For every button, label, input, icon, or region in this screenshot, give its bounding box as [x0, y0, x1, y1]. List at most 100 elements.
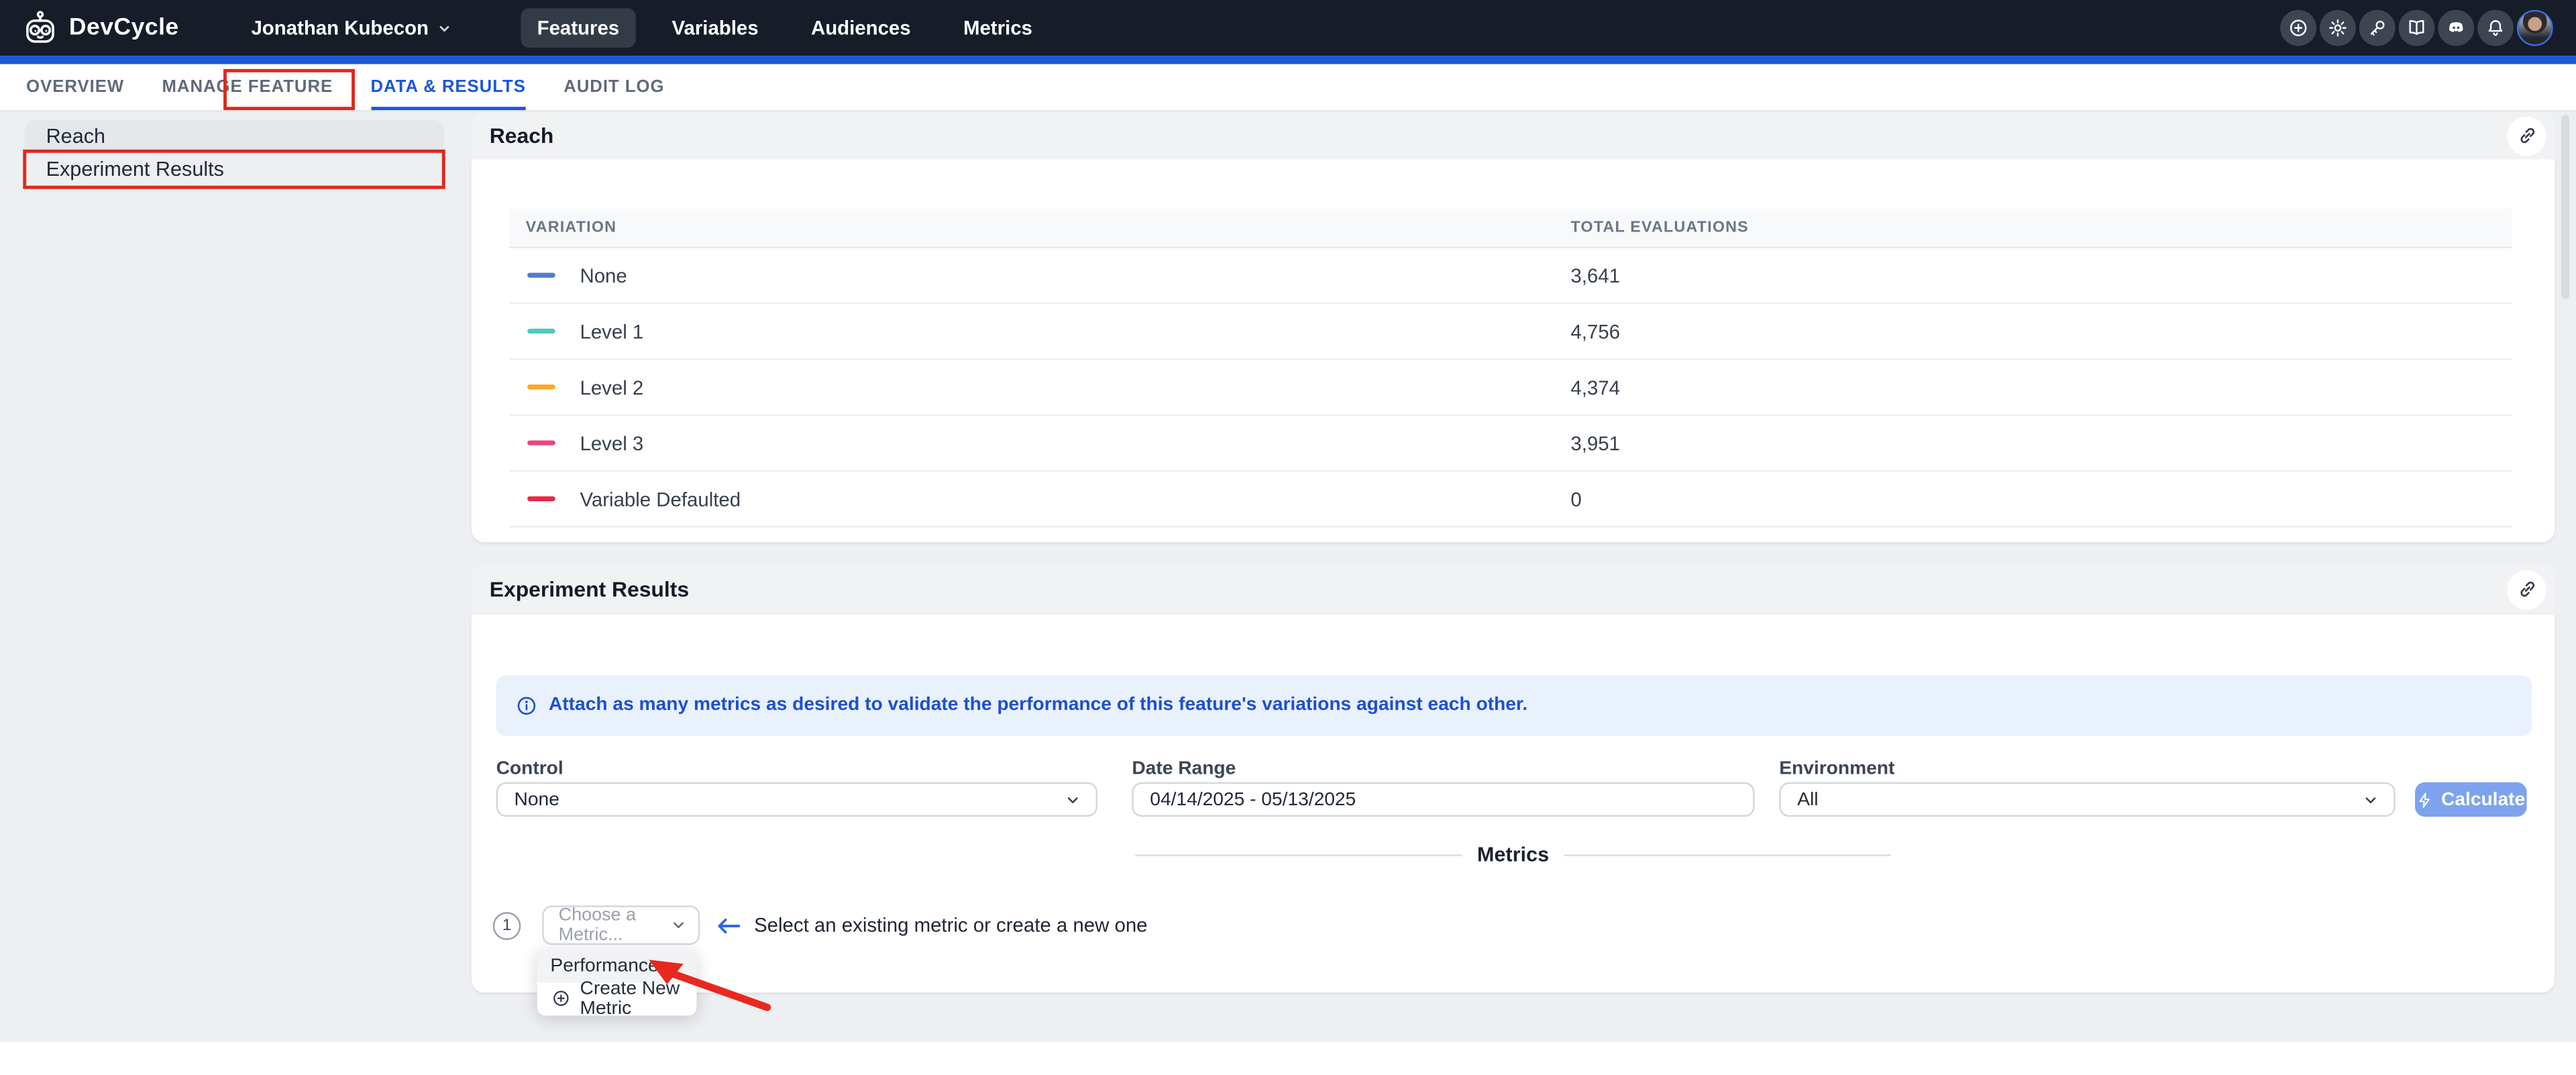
- link-icon: [2516, 125, 2538, 146]
- tab-manage-feature[interactable]: MANAGE FEATURE: [162, 63, 333, 110]
- discord-icon: [2447, 18, 2466, 38]
- navbar-actions: [2280, 10, 2553, 46]
- reach-permalink-button[interactable]: [2507, 116, 2546, 156]
- add-button[interactable]: [2280, 10, 2316, 46]
- metric-row-1: 1 Choose a Metric... Select an existing …: [493, 905, 1148, 945]
- variation-evaluations: 4,374: [1570, 376, 1620, 399]
- reach-card: VARIATION TOTAL EVALUATIONS None 3,641 L…: [472, 160, 2555, 543]
- dropdown-option-performance[interactable]: Performance: [537, 950, 697, 983]
- environment-value: All: [1797, 790, 1818, 809]
- variation-color-dash: [527, 496, 555, 502]
- variation-evaluations: 3,951: [1570, 431, 1620, 454]
- environment-label: Environment: [1779, 759, 1894, 778]
- calculate-button[interactable]: Calculate: [2415, 782, 2527, 817]
- variation-label: Variable Defaulted: [580, 487, 741, 510]
- variation-color-dash: [527, 384, 555, 390]
- settings-button[interactable]: [2320, 10, 2356, 46]
- dropdown-create-new-metric[interactable]: Create New Metric: [537, 982, 697, 1015]
- nav-item-features[interactable]: Features: [521, 8, 636, 48]
- date-range-label: Date Range: [1132, 759, 1236, 778]
- org-name: Jonathan Kubecon: [251, 16, 429, 39]
- control-label: Control: [496, 759, 564, 778]
- bell-icon: [2485, 18, 2505, 38]
- devcycle-app: DevCycle Jonathan Kubecon Features Varia…: [0, 0, 2576, 1075]
- variation-color-dash: [527, 272, 555, 278]
- environment-select[interactable]: All: [1779, 782, 2395, 817]
- chevron-down-icon: [2363, 791, 2379, 807]
- brand-name: DevCycle: [69, 15, 179, 41]
- control-value: None: [515, 790, 559, 809]
- feature-tabbar: OVERVIEW MANAGE FEATURE DATA & RESULTS A…: [0, 63, 2576, 111]
- nav-item-metrics[interactable]: Metrics: [947, 8, 1049, 48]
- nav-item-audiences[interactable]: Audiences: [795, 8, 928, 48]
- gear-icon: [2328, 18, 2347, 38]
- active-tab-underline: [371, 106, 526, 110]
- info-banner-text: Attach as many metrics as desired to val…: [549, 696, 1527, 715]
- primary-nav: Features Variables Audiences Metrics: [521, 8, 1049, 48]
- variation-label: Level 2: [580, 376, 643, 399]
- choose-metric-select[interactable]: Choose a Metric...: [542, 905, 700, 945]
- tab-data-and-results[interactable]: DATA & RESULTS: [371, 63, 526, 110]
- page-bottom: [0, 1042, 2576, 1075]
- lightning-icon: [2416, 791, 2432, 807]
- table-row: Level 2 4,374: [509, 360, 2512, 415]
- metric-dropdown-menu: Performance Create New Metric: [537, 950, 697, 1015]
- link-icon: [2516, 578, 2538, 600]
- chevron-down-icon: [1065, 791, 1081, 807]
- variation-evaluations: 3,641: [1570, 264, 1620, 287]
- user-avatar[interactable]: [2517, 10, 2553, 46]
- table-row: Level 3 3,951: [509, 416, 2512, 472]
- control-select[interactable]: None: [496, 782, 1097, 817]
- discord-button[interactable]: [2438, 10, 2474, 46]
- tab-overview[interactable]: OVERVIEW: [26, 63, 124, 110]
- book-icon: [2407, 18, 2426, 38]
- info-icon: [516, 695, 537, 716]
- vertical-scrollbar-thumb[interactable]: [2561, 115, 2569, 299]
- column-header-variation: VARIATION: [526, 219, 617, 237]
- reach-table: VARIATION TOTAL EVALUATIONS None 3,641 L…: [509, 209, 2512, 527]
- devcycle-logo[interactable]: DevCycle: [21, 10, 179, 46]
- metric-hint-text: Select an existing metric or create a ne…: [754, 914, 1147, 937]
- chevron-down-icon: [437, 21, 451, 36]
- chevron-down-icon: [670, 917, 686, 933]
- experiment-permalink-button[interactable]: [2507, 570, 2546, 609]
- variation-label: Level 3: [580, 431, 643, 454]
- reach-section-title: Reach: [490, 123, 554, 148]
- tab-audit-log[interactable]: AUDIT LOG: [564, 63, 664, 110]
- variation-color-dash: [527, 440, 555, 446]
- metrics-heading: Metrics: [1477, 843, 1549, 866]
- plus-circle-icon: [552, 990, 570, 1008]
- metric-row-number: 1: [493, 911, 521, 939]
- page-content: Reach Experiment Results Reach VARIATION…: [0, 112, 2576, 1042]
- variation-label: None: [580, 264, 627, 287]
- calculate-button-label: Calculate: [2441, 790, 2525, 809]
- table-row: None 3,641: [509, 248, 2512, 304]
- experiment-results-section-title: Experiment Results: [490, 577, 689, 602]
- experiment-results-card: Attach as many metrics as desired to val…: [472, 615, 2555, 992]
- info-banner: Attach as many metrics as desired to val…: [496, 676, 2532, 735]
- docs-button[interactable]: [2399, 10, 2435, 46]
- table-row: Variable Defaulted 0: [509, 472, 2512, 527]
- metrics-divider: Metrics: [1135, 843, 1891, 866]
- key-icon: [2367, 18, 2387, 38]
- top-navbar: DevCycle Jonathan Kubecon Features Varia…: [0, 0, 2576, 56]
- api-keys-button[interactable]: [2359, 10, 2396, 46]
- environment-progress-bar: [0, 56, 2576, 63]
- date-range-input[interactable]: 04/14/2025 - 05/13/2025: [1132, 782, 1754, 817]
- org-switcher[interactable]: Jonathan Kubecon: [251, 16, 451, 39]
- column-header-total-evaluations: TOTAL EVALUATIONS: [1570, 219, 1749, 237]
- sidebar-item-reach[interactable]: Reach: [25, 120, 443, 152]
- left-arrow-icon: [716, 916, 741, 934]
- variation-evaluations: 4,756: [1570, 319, 1620, 342]
- experiment-results-section-header: Experiment Results: [472, 565, 2555, 613]
- variation-label: Level 1: [580, 319, 643, 342]
- notifications-button[interactable]: [2477, 10, 2514, 46]
- sidebar-item-experiment-results[interactable]: Experiment Results: [25, 151, 443, 187]
- variation-color-dash: [527, 328, 555, 334]
- nav-item-variables[interactable]: Variables: [655, 8, 775, 48]
- reach-section-header: Reach: [472, 112, 2555, 160]
- robot-logo-icon: [21, 10, 59, 46]
- table-row: Level 1 4,756: [509, 304, 2512, 360]
- variation-evaluations: 0: [1570, 487, 1581, 510]
- plus-circle-icon: [2288, 18, 2308, 38]
